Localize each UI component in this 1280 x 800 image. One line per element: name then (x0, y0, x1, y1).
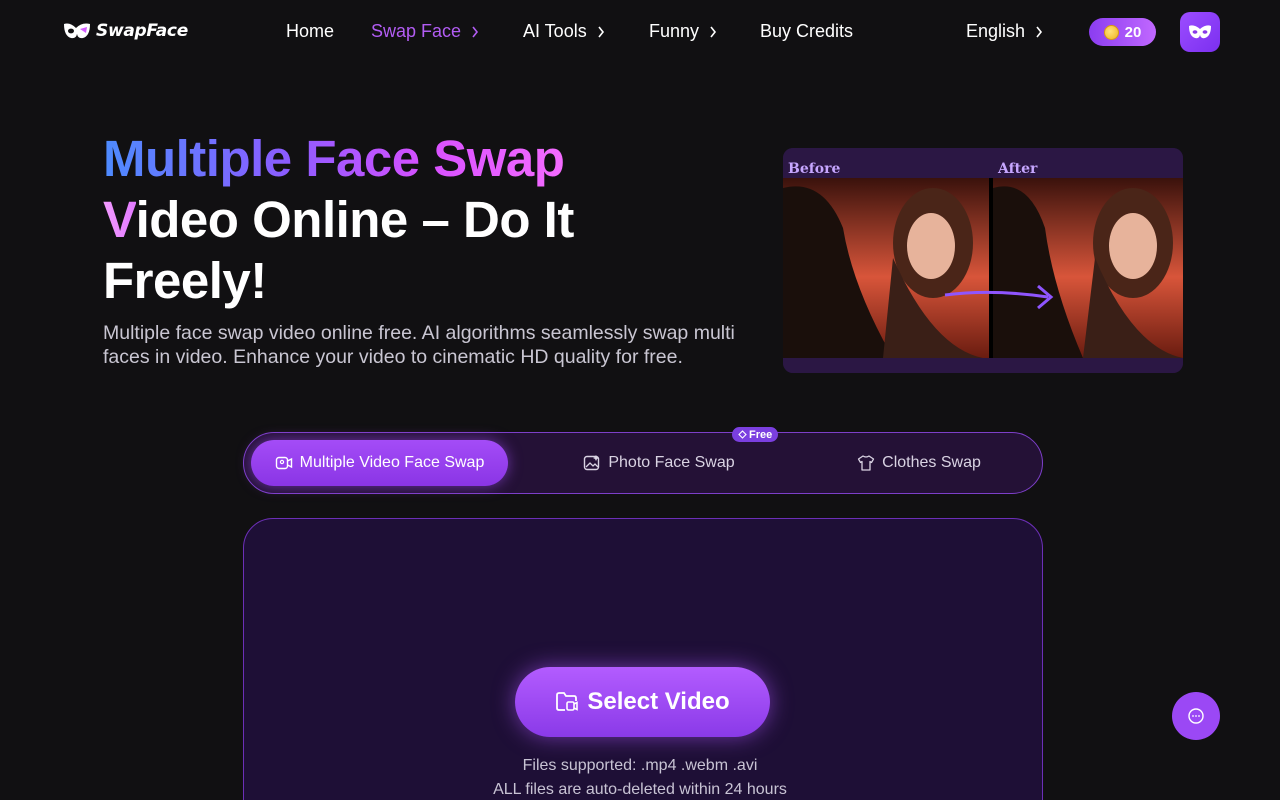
tab-label: Multiple Video Face Swap (299, 454, 485, 471)
tab-label: Photo Face Swap (608, 454, 735, 471)
chevron-right-icon (710, 26, 717, 37)
nav-home-label: Home (286, 21, 335, 41)
video-face-icon (275, 456, 292, 470)
nav-swap-face-label: Swap Face (371, 21, 462, 41)
nav-buy-credits[interactable]: Buy Credits (760, 21, 853, 42)
select-video-button[interactable]: Select Video (515, 667, 770, 737)
chevron-right-icon (472, 26, 479, 37)
tab-label: Clothes Swap (882, 454, 981, 471)
top-nav: SwapFace Home Swap Face AI Tools Funny B… (0, 0, 1280, 64)
credits-badge[interactable]: 20 (1089, 18, 1156, 46)
hero-subtitle: Multiple face swap video online free. AI… (103, 322, 735, 368)
before-after-preview: Before After (783, 148, 1183, 373)
tool-tabs: Multiple Video Face Swap Photo Face Swap… (243, 432, 1043, 494)
files-supported-text: Files supported: .mp4 .webm .avi (522, 757, 758, 774)
user-avatar[interactable] (1180, 12, 1220, 52)
shirt-icon (857, 455, 875, 471)
photo-face-icon (584, 455, 600, 471)
select-video-label: Select Video (587, 688, 730, 715)
tab-photo-face-swap[interactable]: Photo Face Swap (544, 440, 774, 486)
nav-home[interactable]: Home (286, 21, 334, 42)
page-title: Multiple Face Swap Video Online – Do It … (103, 128, 703, 311)
chevron-right-icon (598, 26, 604, 37)
title-line-1: Multiple Face Swap (103, 130, 565, 187)
before-label: Before (788, 161, 840, 177)
language-selector[interactable]: English (966, 21, 1043, 42)
before-after-image: Before After (783, 148, 1183, 373)
title-line-3: Freely! (103, 252, 267, 309)
nav-funny[interactable]: Funny (649, 21, 717, 42)
tab-multiple-video-face-swap[interactable]: Multiple Video Face Swap (251, 440, 508, 486)
logo-mask-icon (64, 23, 90, 39)
nav-ai-tools-label: AI Tools (523, 21, 587, 41)
nav-ai-tools[interactable]: AI Tools (523, 21, 605, 42)
after-label: After (997, 161, 1038, 177)
language-label: English (966, 21, 1026, 41)
nav-buy-credits-label: Buy Credits (760, 21, 854, 41)
chat-bubble-icon (1188, 708, 1204, 724)
auto-delete-text: ALL files are auto-deleted within 24 hou… (493, 781, 787, 798)
folder-video-icon (556, 692, 579, 711)
logo-text: SwapFace (96, 21, 188, 41)
chat-button[interactable] (1172, 692, 1220, 740)
tab-clothes-swap[interactable]: Clothes Swap (804, 440, 1034, 486)
chevron-right-icon (1036, 26, 1043, 37)
coin-icon (1103, 24, 1119, 40)
free-badge: Free (732, 427, 779, 442)
mask-avatar-icon (1189, 25, 1211, 39)
credits-count: 20 (1124, 23, 1142, 41)
nav-funny-label: Funny (649, 21, 700, 41)
tag-icon (738, 430, 747, 439)
title-line-2: ideo Online – Do It (135, 191, 575, 248)
title-line-2-highlight: V (103, 191, 136, 248)
free-badge-label: Free (749, 428, 773, 441)
nav-swap-face[interactable]: Swap Face (371, 21, 479, 42)
logo[interactable]: SwapFace (62, 20, 188, 42)
